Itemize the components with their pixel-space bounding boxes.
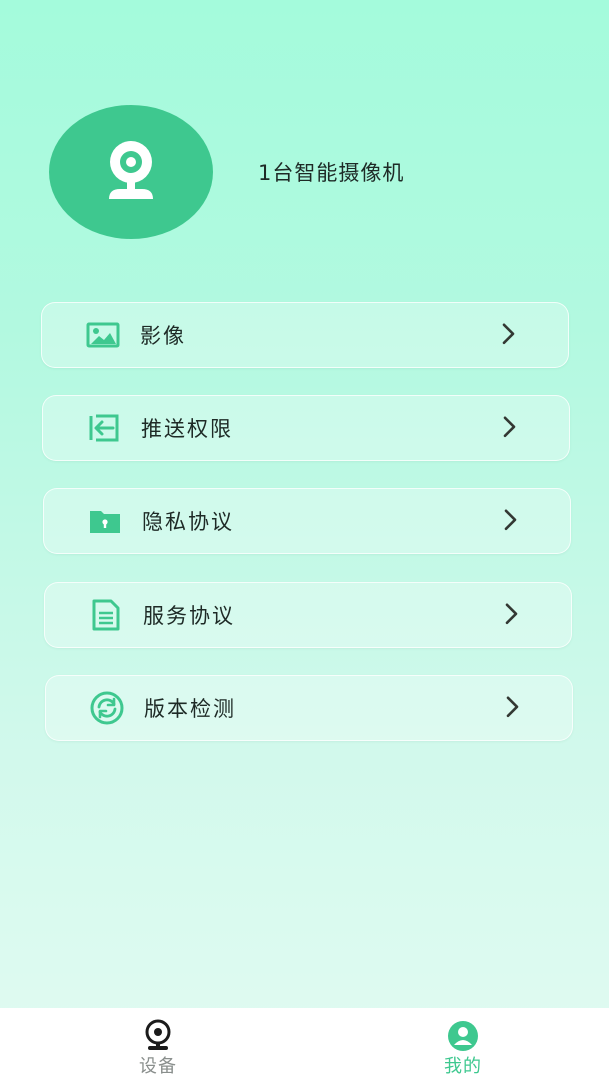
image-icon bbox=[84, 316, 122, 354]
menu-item-label: 版本检测 bbox=[144, 697, 236, 721]
document-icon bbox=[87, 596, 125, 634]
push-permission-icon bbox=[85, 409, 123, 447]
menu-item-label: 服务协议 bbox=[143, 604, 235, 628]
menu-item-version-check[interactable]: 版本检测 bbox=[45, 675, 573, 741]
profile-header: 1台智能摄像机 bbox=[0, 0, 609, 250]
privacy-folder-icon bbox=[86, 502, 124, 540]
device-count-label: 1台智能摄像机 bbox=[258, 161, 405, 185]
menu-item-privacy-policy[interactable]: 隐私协议 bbox=[43, 488, 571, 554]
refresh-icon bbox=[88, 689, 126, 727]
camera-icon bbox=[109, 141, 153, 199]
tab-label: 设备 bbox=[139, 1056, 177, 1077]
tab-label: 我的 bbox=[444, 1056, 482, 1077]
menu-item-label: 影像 bbox=[140, 324, 186, 348]
chevron-right-icon bbox=[504, 509, 517, 531]
menu-item-images[interactable]: 影像 bbox=[41, 302, 569, 368]
menu-item-service-agreement[interactable]: 服务协议 bbox=[44, 582, 572, 648]
menu-item-push-permission[interactable]: 推送权限 bbox=[42, 395, 570, 461]
tab-device[interactable]: 设备 bbox=[98, 1008, 218, 1083]
chevron-right-icon bbox=[502, 323, 515, 345]
webcam-icon bbox=[145, 1019, 171, 1050]
avatar[interactable] bbox=[49, 105, 213, 239]
chevron-right-icon bbox=[506, 696, 519, 718]
user-icon bbox=[448, 1021, 478, 1051]
menu-item-label: 隐私协议 bbox=[142, 510, 234, 534]
chevron-right-icon bbox=[505, 603, 518, 625]
bottom-tab-bar: 设备 我的 bbox=[0, 1008, 609, 1083]
chevron-right-icon bbox=[503, 416, 516, 438]
tab-mine[interactable]: 我的 bbox=[403, 1008, 523, 1083]
menu-item-label: 推送权限 bbox=[141, 417, 233, 441]
